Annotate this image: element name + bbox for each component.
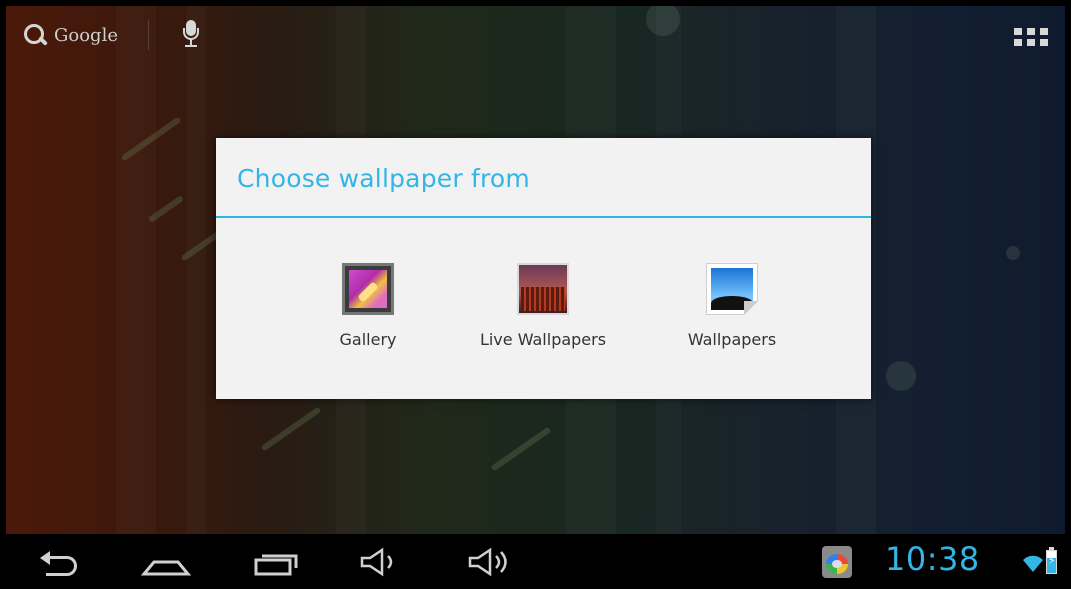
search-divider <box>147 20 149 50</box>
option-gallery[interactable]: Gallery <box>278 218 458 349</box>
play-store-notification-icon[interactable] <box>822 546 852 578</box>
live-wallpapers-icon <box>517 263 569 315</box>
dialog-title: Choose wallpaper from <box>216 138 871 218</box>
volume-down-icon[interactable] <box>358 544 404 580</box>
option-live-wallpapers[interactable]: Live Wallpapers <box>453 218 633 349</box>
volume-up-icon[interactable] <box>466 544 518 580</box>
search-icon[interactable] <box>22 22 48 48</box>
status-clock[interactable]: 10:38 <box>885 540 980 578</box>
option-wallpapers[interactable]: Wallpapers <box>642 218 822 349</box>
all-apps-icon[interactable] <box>1014 28 1048 48</box>
choose-wallpaper-dialog: Choose wallpaper from Gallery Live Wallp… <box>216 138 871 399</box>
option-wallpapers-label: Wallpapers <box>687 330 777 349</box>
google-search-bar[interactable]: Google <box>22 20 201 50</box>
microphone-icon[interactable] <box>181 20 201 50</box>
option-live-wallpapers-label: Live Wallpapers <box>479 330 607 349</box>
wallpapers-icon <box>706 263 758 315</box>
wifi-icon <box>1022 555 1044 573</box>
option-gallery-label: Gallery <box>339 330 397 349</box>
recent-apps-icon[interactable] <box>250 544 302 580</box>
battery-charging-icon: ⚡ <box>1046 547 1057 574</box>
back-icon[interactable] <box>38 544 84 580</box>
home-icon[interactable] <box>140 544 192 580</box>
wallpaper-options: Gallery Live Wallpapers Wallpapers <box>216 218 871 399</box>
gallery-icon <box>342 263 394 315</box>
search-label[interactable]: Google <box>54 25 118 46</box>
